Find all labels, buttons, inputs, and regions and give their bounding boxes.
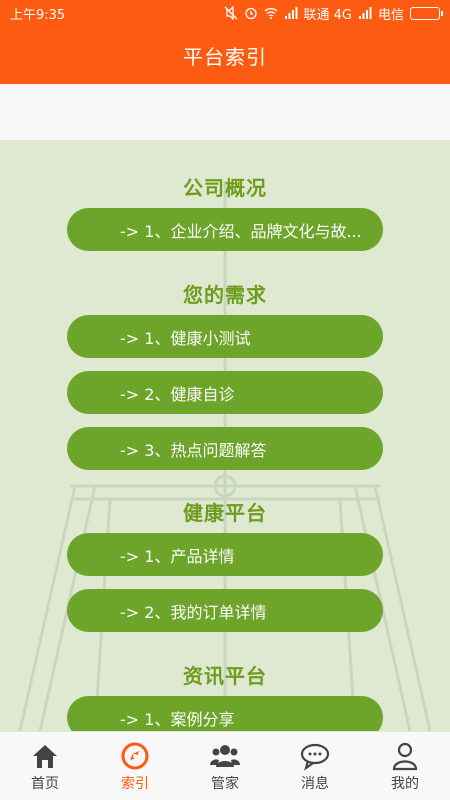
tab-label: 索引 — [121, 776, 149, 792]
section-title-health: 健康平台 — [183, 501, 267, 525]
user-icon — [392, 742, 418, 771]
menu-item-self-diagnosis[interactable]: -> 2、健康自诊 — [67, 371, 383, 414]
people-icon — [210, 745, 240, 767]
chat-bubble-icon — [300, 743, 330, 771]
index-content[interactable]: 公司概况 -> 1、企业介绍、品牌文化与故... 您的需求 -> 1、健康小测试… — [0, 141, 450, 731]
tab-butler[interactable]: 管家 — [180, 732, 270, 800]
section-title-news: 资讯平台 — [183, 664, 267, 688]
menu-item-company-intro[interactable]: -> 1、企业介绍、品牌文化与故... — [67, 208, 383, 251]
wifi-icon — [264, 8, 277, 19]
menu-item-label: -> 2、健康自诊 — [120, 384, 235, 404]
status-icons: 联通 4G 电信 — [224, 4, 443, 23]
menu-item-label: -> 1、案例分享 — [120, 709, 235, 729]
menu-item-product-details[interactable]: -> 1、产品详情 — [67, 533, 383, 576]
menu-item-label: -> 1、企业介绍、品牌文化与故... — [120, 221, 362, 241]
tab-messages[interactable]: 消息 — [270, 732, 360, 800]
bottom-tab-bar: 首页 索引 管家 消息 我的 — [0, 731, 450, 800]
signal-icon — [284, 7, 297, 19]
tab-label: 首页 — [31, 776, 59, 792]
page-title: 平台索引 — [183, 44, 267, 69]
tab-mine[interactable]: 我的 — [360, 732, 450, 800]
status-bar: 上午9:35 联通 4G 电信 — [0, 0, 450, 26]
menu-item-hot-questions[interactable]: -> 3、热点问题解答 — [67, 427, 383, 470]
menu-item-label: -> 1、产品详情 — [120, 546, 235, 566]
tab-index[interactable]: 索引 — [90, 732, 180, 800]
banner-area — [0, 84, 450, 141]
alarm-icon — [244, 7, 257, 20]
menu-item-case-sharing[interactable]: -> 1、案例分享 — [67, 696, 383, 731]
signal-icon — [358, 7, 372, 19]
tab-label: 管家 — [211, 776, 239, 792]
tab-home[interactable]: 首页 — [0, 732, 90, 800]
tab-label: 我的 — [391, 776, 419, 792]
home-icon — [33, 745, 57, 768]
battery-icon — [410, 6, 443, 20]
menu-item-label: -> 2、我的订单详情 — [120, 602, 267, 622]
tab-label: 消息 — [301, 776, 329, 792]
compass-icon — [121, 742, 149, 770]
mute-icon — [224, 6, 237, 20]
carrier-2: 电信 — [377, 7, 404, 23]
title-bar: 平台索引 — [0, 26, 450, 84]
section-title-company: 公司概况 — [183, 176, 267, 200]
section-title-needs: 您的需求 — [183, 283, 267, 307]
menu-item-label: -> 1、健康小测试 — [120, 328, 251, 348]
menu-item-order-details[interactable]: -> 2、我的订单详情 — [67, 589, 383, 632]
menu-item-label: -> 3、热点问题解答 — [120, 440, 267, 460]
menu-item-health-test[interactable]: -> 1、健康小测试 — [67, 315, 383, 358]
carrier-1: 联通 4G — [303, 7, 352, 23]
status-time: 上午9:35 — [10, 7, 66, 23]
